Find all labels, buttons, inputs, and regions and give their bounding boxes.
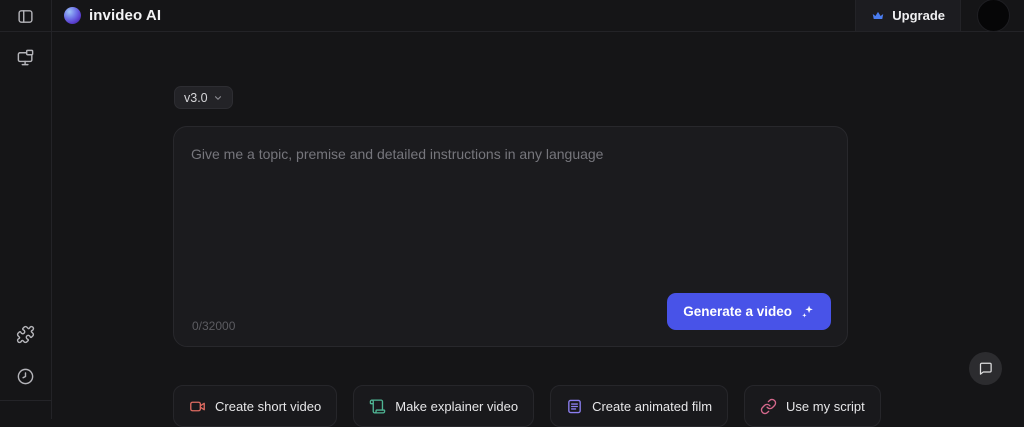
- model-version-dropdown[interactable]: v3.0: [174, 86, 233, 109]
- upgrade-label: Upgrade: [892, 8, 945, 23]
- create-animated-film-button[interactable]: Create animated film: [550, 385, 729, 427]
- generate-video-label: Generate a video: [683, 304, 792, 319]
- sidebar-item-projects[interactable]: [11, 42, 41, 72]
- char-counter: 0/32000: [192, 319, 236, 333]
- header-right-group: Upgrade: [855, 0, 1024, 32]
- sidebar-toggle-button[interactable]: [11, 1, 41, 31]
- chevron-down-icon: [213, 93, 223, 103]
- screen-share-icon: [16, 48, 35, 67]
- upgrade-button[interactable]: Upgrade: [856, 0, 960, 31]
- prompt-input[interactable]: [174, 127, 847, 267]
- create-short-video-button[interactable]: Create short video: [173, 385, 338, 427]
- make-explainer-video-label: Make explainer video: [395, 398, 519, 414]
- support-chat-button[interactable]: [969, 352, 1002, 385]
- use-my-script-button[interactable]: Use my script: [744, 385, 881, 427]
- generate-video-button[interactable]: Generate a video: [667, 293, 831, 330]
- panel-left-icon: [17, 8, 34, 25]
- link-icon: [760, 398, 777, 415]
- puzzle-icon: [16, 325, 35, 344]
- brand-title: invideo AI: [89, 7, 162, 24]
- create-animated-film-label: Create animated film: [592, 398, 713, 414]
- invideo-logo-icon: [64, 7, 81, 24]
- quick-actions-row: Create short video Make explainer video …: [173, 385, 881, 427]
- crown-icon: [871, 9, 885, 23]
- history-clock-icon: [16, 367, 35, 386]
- scroll-script-icon: [369, 398, 386, 415]
- user-avatar[interactable]: [977, 0, 1010, 32]
- create-short-video-label: Create short video: [215, 398, 322, 414]
- sidebar-header-cell: [11, 0, 41, 32]
- sidebar-item-history[interactable]: [11, 361, 41, 391]
- model-version-label: v3.0: [184, 90, 208, 105]
- sidebar-item-plugins[interactable]: [11, 319, 41, 349]
- use-my-script-label: Use my script: [786, 398, 865, 414]
- sidebar: [0, 0, 52, 419]
- video-camera-icon: [189, 398, 206, 415]
- make-explainer-video-button[interactable]: Make explainer video: [353, 385, 535, 427]
- prompt-panel: 0/32000 Generate a video: [173, 126, 848, 347]
- sidebar-divider: [0, 400, 52, 401]
- sparkles-icon: [800, 304, 815, 319]
- top-bar: invideo AI Upgrade: [0, 0, 1024, 32]
- document-lines-icon: [566, 398, 583, 415]
- header-divider: [960, 0, 961, 31]
- chat-bubble-icon: [978, 361, 993, 376]
